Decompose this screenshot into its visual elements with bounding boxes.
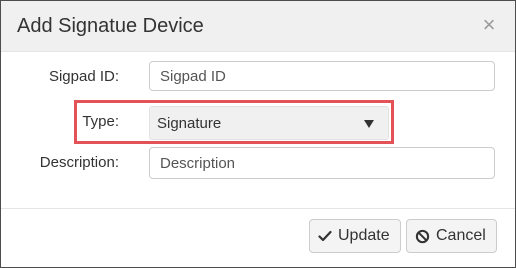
cancel-button-label: Cancel xyxy=(436,227,486,244)
description-input[interactable] xyxy=(149,147,495,179)
check-icon xyxy=(318,230,332,242)
sigpad-id-input[interactable] xyxy=(149,61,495,91)
sigpad-id-label: Sigpad ID: xyxy=(48,68,119,85)
footer-divider xyxy=(1,208,515,209)
ban-icon xyxy=(415,229,430,243)
dialog-title: Add Signatue Device xyxy=(17,15,204,37)
type-select[interactable]: Signature xyxy=(149,106,389,140)
caret-down-icon xyxy=(364,120,374,128)
update-button[interactable]: Update xyxy=(309,219,401,253)
type-label: Type: xyxy=(82,113,119,130)
description-label: Description: xyxy=(39,154,119,171)
add-signature-device-dialog: Add Signatue Device × Sigpad ID: Type: S… xyxy=(0,0,516,268)
update-button-label: Update xyxy=(338,227,390,244)
cancel-button[interactable]: Cancel xyxy=(406,219,497,253)
close-icon[interactable]: × xyxy=(479,13,499,37)
type-select-value: Signature xyxy=(157,115,222,132)
dialog-header: Add Signatue Device × xyxy=(1,1,515,52)
